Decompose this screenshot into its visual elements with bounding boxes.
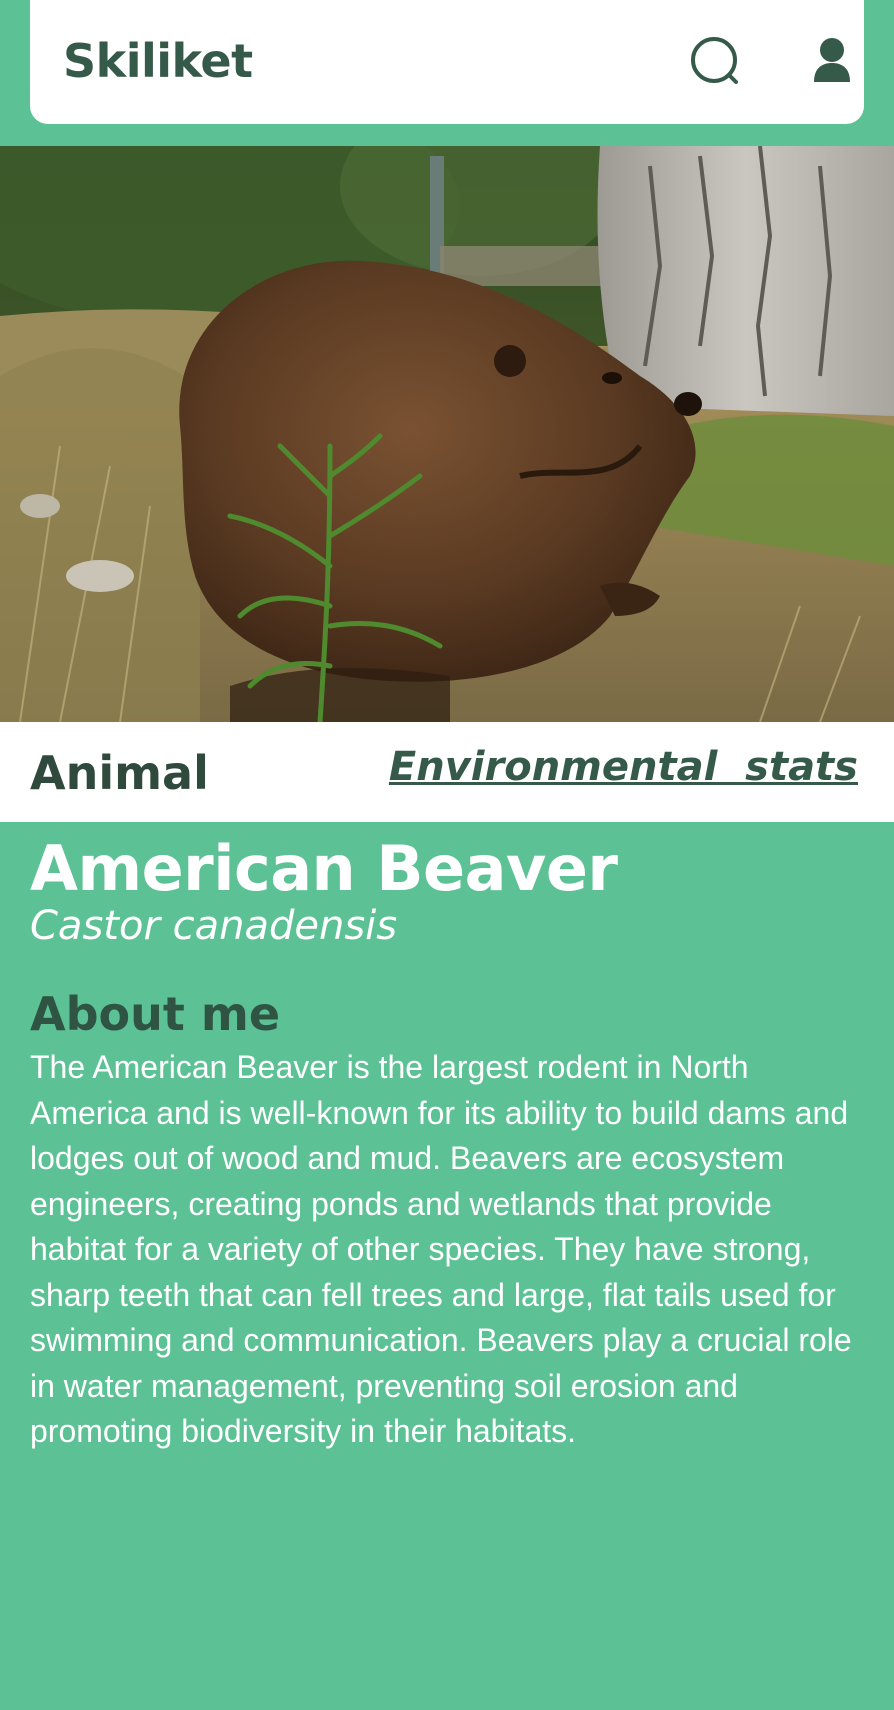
search-icon (691, 37, 738, 84)
species-scientific-name: Castor canadensis (30, 903, 398, 950)
top-app-bar: Skiliket (30, 0, 864, 124)
about-description: The American Beaver is the largest roden… (30, 1049, 852, 1450)
app-brand[interactable]: Skiliket (63, 34, 253, 88)
beaver-photo (0, 146, 894, 722)
species-common-name: American Beaver (30, 832, 618, 905)
category-label: Animal (30, 746, 209, 800)
user-icon (814, 38, 850, 82)
category-bar: Animal Environmental stats (0, 722, 894, 822)
species-details: American Beaver Castor canadensis About … (30, 834, 870, 1455)
hero-image (0, 146, 894, 722)
about-heading: About me (30, 987, 281, 1042)
search-button[interactable] (684, 30, 748, 94)
environmental-stats-link[interactable]: Environmental stats (389, 744, 858, 790)
profile-button[interactable] (800, 30, 864, 94)
